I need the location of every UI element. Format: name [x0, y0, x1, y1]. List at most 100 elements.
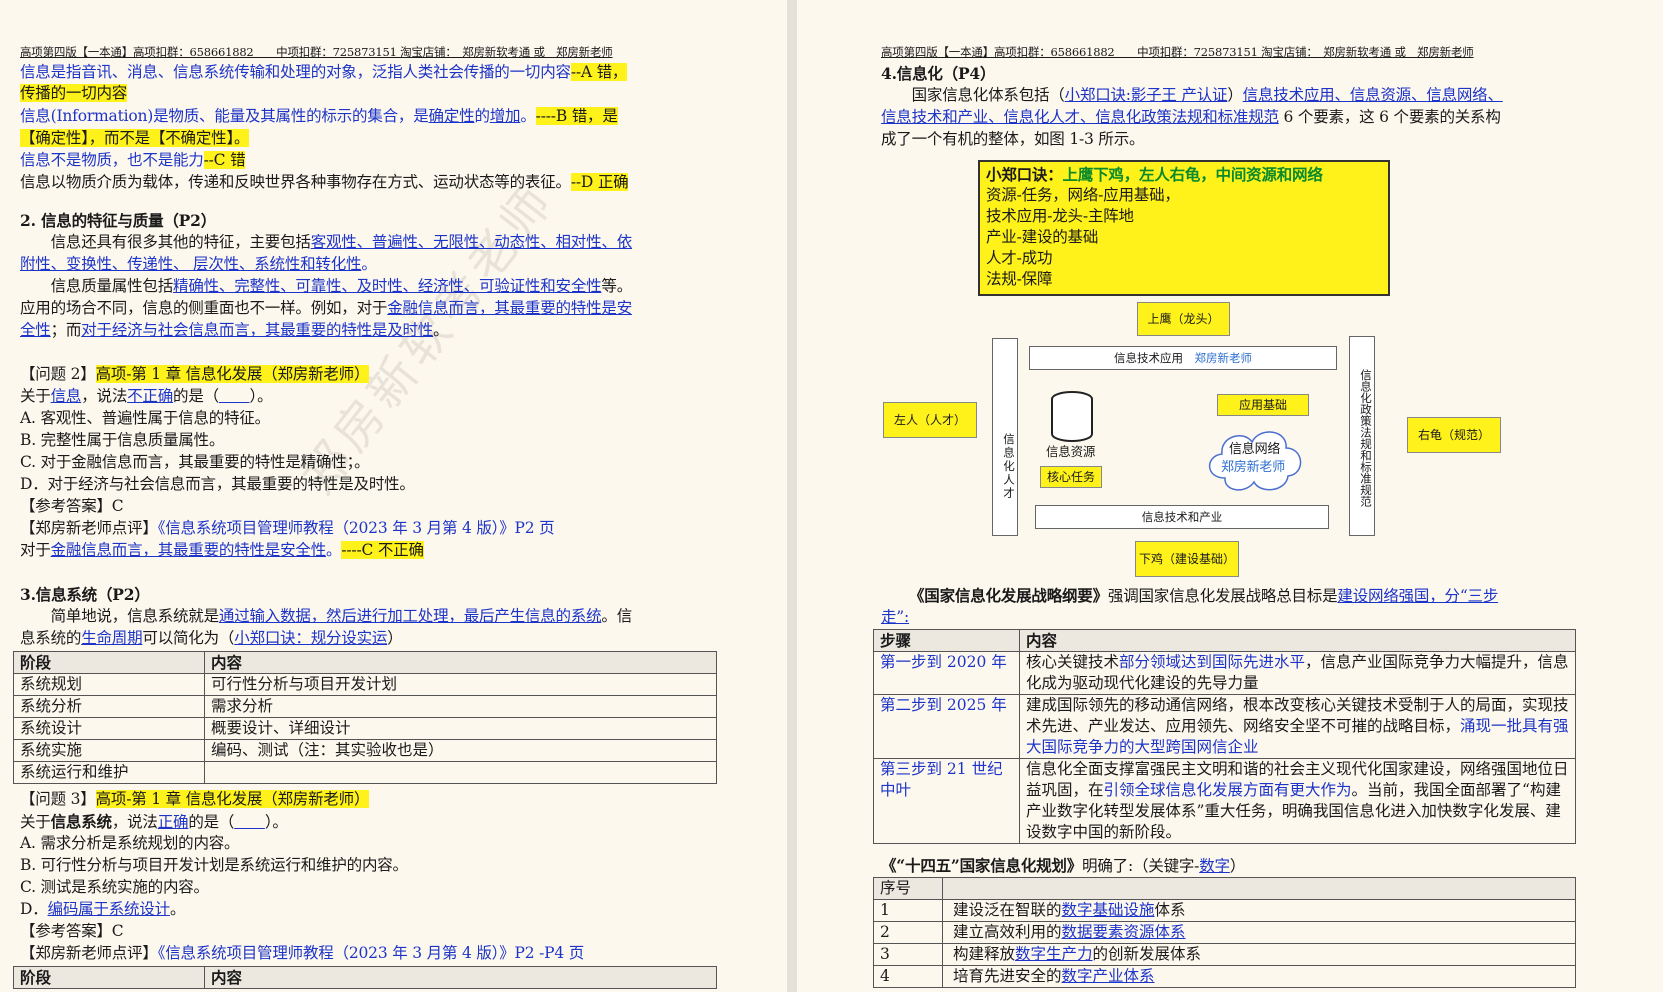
question-2-review: 【郑房新老师点评】《信息系统项目管理师教程（2023 年 3 月第 4 版）》P…	[20, 519, 555, 537]
right-page: 高项第四版【一本通】高项扣群：658661882 中项扣群：725873151 …	[797, 0, 1663, 992]
option-a-line: 信息是指音讯、消息、信息系统传输和处理的对象，泛指人类社会传播的一切内容--A …	[20, 63, 628, 81]
outline-line-1: 《国家信息化发展战略纲要》强调国家信息化发展战略总目标是建设网络强国，分“三步	[909, 586, 1499, 605]
plan-14-no-cell: 4	[873, 965, 943, 988]
lifecycle-content-cell: 可行性分析与项目开发计划	[204, 673, 717, 696]
features-line-1: 信息还具有很多其他的特征，主要包括客观性、普遍性、无限性、动态性、相对性、依	[20, 233, 633, 251]
lifecycle-row: 系统规划 可行性分析与项目开发计划	[13, 673, 717, 696]
plan-14-row: 1 建设泛在智联的数字基础设施体系	[873, 899, 1576, 922]
plan-14-header-no: 序号	[873, 877, 943, 900]
lifecycle-content-cell: 需求分析	[204, 695, 717, 718]
plan-14-no-cell: 1	[873, 899, 943, 922]
three-step-step-cell: 第二步到 2025 年	[873, 694, 1020, 759]
quality-line-2: 应用的场合不同，信息的侧重面也不一样。例如，对于金融信息而言，其最重要的特性是安	[20, 299, 633, 317]
option-c-line: 信息不是物质，也不是能力--C 错	[20, 151, 246, 169]
page-header-right: 高项第四版【一本通】高项扣群：658661882 中项扣群：725873151 …	[881, 45, 1474, 59]
plan-14-content-cell: 培育先进安全的数字产业体系	[942, 965, 1576, 988]
system-line-1: 简单地说，信息系统就是通过输入数据，然后进行加工处理，最后产生信息的系统。信	[20, 607, 633, 625]
system-line-2: 息系统的生命周期可以简化为（小郑口诀：规分设实运）	[20, 629, 403, 647]
lifecycle-header-content: 内容	[204, 651, 717, 674]
three-step-content-cell: 建成国际领先的移动通信网络，根本改变核心关键技术受制于人的局面，实现技术先进、产…	[1019, 694, 1576, 759]
lifecycle-row: 系统设计 概要设计、详细设计	[13, 717, 717, 740]
system-body-line-3: 成了一个有机的整体，如图 1-3 所示。	[881, 130, 1145, 148]
lifecycle-content-cell: 编码、测试（注：其实验收也是）	[204, 739, 717, 762]
stage-table-2: 阶段 内容	[13, 966, 717, 989]
system-body-line-1: 国家信息化体系包括（小郑口诀:影子王 产认证）信息技术应用、信息资源、信息网络、	[881, 86, 1503, 104]
question-2-option-b: B. 完整性属于信息质量属性。	[20, 431, 225, 449]
three-step-header-content: 内容	[1019, 629, 1576, 652]
question-3-option-a: A. 需求分析是系统规划的内容。	[20, 834, 240, 852]
mnemonic-line: 人才-成功	[986, 249, 1053, 267]
stage-table-2-header-stage: 阶段	[13, 966, 205, 989]
lifecycle-row: 系统分析 需求分析	[13, 695, 717, 718]
mnemonic-title: 小郑口诀：上鹰下鸡，左人右龟，中间资源和网络	[986, 165, 1323, 184]
lifecycle-stage-cell: 系统实施	[13, 739, 205, 762]
question-3-title: 【问题 3】高项-第 1 章 信息化发展（郑房新老师）	[20, 790, 370, 808]
section-4-heading: 4.信息化（P4）	[881, 64, 996, 83]
question-3-option-c: C. 测试是系统实施的内容。	[20, 878, 209, 896]
three-step-step-cell: 第一步到 2020 年	[873, 651, 1020, 695]
question-3-option-b: B. 可行性分析与项目开发计划是系统运行和维护的内容。	[20, 856, 408, 874]
option-b-line: 信息(Information)是物质、能量及其属性的标示的集合，是确定性的增加。…	[20, 107, 618, 125]
stage-table-2-header-content: 内容	[204, 966, 717, 989]
lifecycle-content-cell	[204, 761, 717, 784]
diagram-app-base: 应用基础	[1217, 394, 1309, 416]
diagram-it-application: 信息技术应用 郑房新老师	[1029, 346, 1337, 370]
three-step-row: 第一步到 2020 年核心关键技术部分领域达到国际先进水平，信息产业国际竞争力大…	[873, 651, 1576, 695]
question-3-review: 【郑房新老师点评】《信息系统项目管理师教程（2023 年 3 月第 4 版）》P…	[20, 944, 585, 962]
diagram-talent: 信息化人才	[992, 338, 1018, 536]
plan-14-content-cell: 构建释放数字生产力的创新发展体系	[942, 943, 1576, 966]
diagram-network-teacher: 郑房新老师	[1221, 460, 1286, 475]
system-body-line-2: 信息技术和产业、信息化人才、信息化政策法规和标准规范 6 个要素，这 6 个要素…	[881, 108, 1501, 126]
question-3-option-d: D．编码属于系统设计。	[20, 900, 186, 918]
features-line-2: 附性、变换性、传递性、 层次性、系统性和转化性。	[20, 255, 377, 273]
question-2-explanation: 对于金融信息而言，其最重要的特性是安全性。----C 不正确	[20, 541, 424, 559]
option-d-line: 信息以物质介质为载体，传递和反映世界各种事物存在方式、运动状态等的表征。--D …	[20, 173, 629, 191]
section-2-heading: 2. 信息的特征与质量（P2）	[20, 211, 217, 230]
diagram-bottom-label: 下鸡（建设基础）	[1135, 541, 1239, 577]
lifecycle-stage-cell: 系统分析	[13, 695, 205, 718]
question-2-title: 【问题 2】高项-第 1 章 信息化发展（郑房新老师）	[20, 365, 370, 383]
option-a-line-2: 传播的一切内容	[20, 84, 128, 102]
database-icon	[1051, 391, 1093, 442]
diagram-top-label: 上鹰（龙头）	[1137, 302, 1230, 336]
plan-14-table: 序号 1 建设泛在智联的数字基础设施体系 2 建立高效利用的数据要素资源体系 3 构建释放…	[873, 877, 1576, 988]
three-step-header-step: 步骤	[873, 629, 1020, 652]
lifecycle-stage-cell: 系统设计	[13, 717, 205, 740]
quality-line-1: 信息质量属性包括精确性、完整性、可靠性、及时性、经济性、可验证性和安全性等。	[20, 277, 633, 295]
lifecycle-header-stage: 阶段	[13, 651, 205, 674]
question-2-option-a: A. 客观性、普遍性属于信息的特征。	[20, 409, 270, 427]
left-page: 郑房新软考老师 高项第四版【一本通】高项扣群：658661882 中项扣群：72…	[0, 0, 787, 992]
plan-14-content-cell: 建立高效利用的数据要素资源体系	[942, 921, 1576, 944]
mnemonic-box: 小郑口诀：上鹰下鸡，左人右龟，中间资源和网络 资源-任务，网络-应用基础， 技术应…	[978, 160, 1390, 296]
diagram-left-label: 左人（人才）	[883, 402, 977, 438]
plan-14-content-cell: 建设泛在智联的数字基础设施体系	[942, 899, 1576, 922]
question-2-option-c: C. 对于金融信息而言，其最重要的特性是精确性；。	[20, 453, 370, 471]
three-step-row: 第二步到 2025 年建成国际领先的移动通信网络，根本改变核心关键技术受制于人的…	[873, 694, 1576, 759]
three-step-content-cell: 信息化全面支撑富强民主文明和谐的社会主义现代化国家建设，网络强国地位日益巩固，在…	[1019, 758, 1576, 844]
question-2-option-d: D．对于经济与社会信息而言，其最重要的特性是及时性。	[20, 475, 415, 493]
quality-line-3: 全性；而对于经济与社会信息而言，其最重要的特性是及时性。	[20, 321, 449, 339]
diagram-info-resource: 信息资源	[1046, 444, 1096, 459]
plan-14-row: 4 培育先进安全的数字产业体系	[873, 965, 1576, 988]
three-step-step-cell: 第三步到 21 世纪中叶	[873, 758, 1020, 844]
diagram-it-industry: 信息技术和产业	[1035, 505, 1329, 529]
plan-14-no-cell: 3	[873, 943, 943, 966]
plan-14-row: 2 建立高效利用的数据要素资源体系	[873, 921, 1576, 944]
page-header: 高项第四版【一本通】高项扣群：658661882 中项扣群：725873151 …	[20, 45, 613, 59]
mnemonic-list: 资源-任务，网络-应用基础， 技术应用-龙头-主阵地 产业-建设的基础 人才-成功 法规…	[986, 185, 1382, 290]
option-b-line-2: 【确定性】，而不是【不确定性】。	[20, 129, 250, 147]
question-3-answer: 【参考答案】C	[20, 922, 124, 940]
diagram-policy: 信息化政策法规和标准规范	[1349, 336, 1375, 536]
three-step-table: 步骤 内容 第一步到 2020 年核心关键技术部分领域达到国际先进水平，信息产业国…	[873, 629, 1576, 844]
diagram-right-label: 右龟（规范）	[1407, 417, 1501, 453]
lifecycle-table: 阶段 内容 系统规划 可行性分析与项目开发计划 系统分析 需求分析 系统设计 概要设计、详细…	[13, 651, 717, 784]
question-2-answer: 【参考答案】C	[20, 497, 124, 515]
plan-14-no-cell: 2	[873, 921, 943, 944]
diagram-core-task: 核心任务	[1040, 466, 1102, 488]
plan-14-line: 《“十四五”国家信息化规划》明确了:（关键字-数字）	[881, 856, 1246, 875]
mnemonic-line: 产业-建设的基础	[986, 228, 1099, 246]
lifecycle-stage-cell: 系统规划	[13, 673, 205, 696]
three-step-row: 第三步到 21 世纪中叶 信息化全面支撑富强民主文明和谐的社会主义现代化国家建设，…	[873, 758, 1576, 844]
section-3-heading: 3.信息系统（P2）	[20, 585, 150, 604]
lifecycle-stage-cell: 系统运行和维护	[13, 761, 205, 784]
